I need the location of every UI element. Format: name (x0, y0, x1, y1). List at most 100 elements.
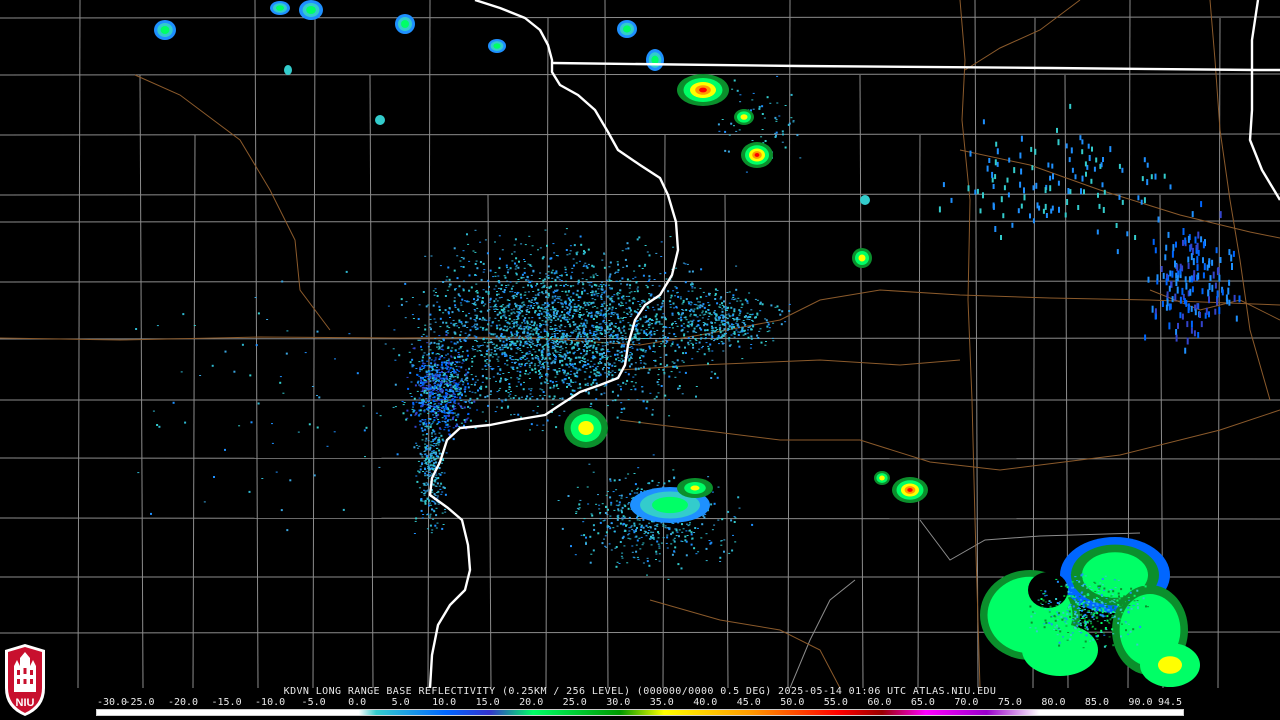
echo-pixel (1216, 290, 1219, 298)
echo-pixel (495, 335, 498, 337)
echo-pixel (511, 361, 514, 363)
echo-pixel (592, 471, 595, 473)
echo-pixel (527, 335, 530, 337)
echo-pixel (655, 395, 658, 398)
echo-pixel (434, 459, 437, 461)
echo-pixel (429, 385, 432, 387)
echo-pixel (458, 354, 460, 355)
echo-pixel (587, 363, 589, 366)
echo-pixel (604, 355, 607, 356)
echo-pixel (422, 362, 425, 365)
echo-pixel (495, 306, 498, 308)
radar-echoes (135, 0, 1241, 687)
echo-pixel (636, 286, 639, 288)
echo-pixel (516, 347, 519, 348)
echo-pixel (448, 369, 451, 371)
echo-pixel (1211, 259, 1214, 266)
echo-pixel (316, 426, 319, 429)
echo-pixel (465, 373, 468, 376)
echo-pixel (724, 323, 727, 326)
echo-pixel (444, 398, 447, 400)
echo-pixel (528, 317, 531, 319)
echo-pixel (737, 297, 740, 299)
echo-pixel (455, 322, 458, 324)
echo-pixel (546, 419, 549, 422)
echo-pixel (704, 322, 707, 325)
echo-pixel (760, 136, 763, 138)
echo-pixel (445, 395, 448, 397)
echo-pixel (555, 329, 557, 331)
echo-pixel (740, 330, 743, 332)
echo-pixel (437, 477, 440, 479)
echo-pixel (513, 325, 515, 328)
echo-pixel (435, 507, 438, 509)
echo-pixel (654, 525, 657, 527)
echo-pixel (690, 324, 693, 327)
echo-pixel (764, 140, 767, 142)
echo-pixel (479, 394, 482, 397)
echo-pixel (532, 328, 535, 330)
echo-pixel (620, 497, 623, 499)
echo-pixel (421, 365, 424, 367)
echo-pixel (526, 275, 529, 278)
echo-pixel (666, 534, 669, 536)
echo-pixel (689, 315, 692, 317)
echo-pixel (577, 304, 580, 307)
echo-pixel (535, 330, 538, 333)
echo-pixel (558, 298, 561, 300)
echo-pixel (615, 565, 618, 568)
echo-pixel (649, 392, 652, 394)
echo-pixel (450, 322, 453, 324)
echo-pixel (524, 294, 527, 296)
echo-pixel (525, 310, 528, 313)
echo-pixel (521, 337, 524, 339)
echo-pixel (790, 117, 793, 119)
echo-pixel (619, 280, 622, 282)
echo-pixel (600, 393, 603, 396)
echo-pixel (537, 333, 540, 336)
echo-pixel (660, 343, 663, 345)
echo-pixel (627, 247, 630, 250)
echo-pixel (606, 332, 609, 334)
echo-pixel (780, 323, 783, 326)
echo-pixel (590, 340, 593, 342)
echo-pixel (483, 356, 486, 358)
echo-pixel (558, 368, 561, 369)
echo-pixel (427, 418, 430, 419)
echo-pixel (439, 317, 442, 320)
echo-pixel (403, 402, 406, 403)
echo-pixel (622, 317, 625, 318)
echo-pixel (599, 360, 601, 362)
echo-pixel (674, 365, 676, 368)
echo-pixel (468, 274, 471, 277)
echo-pixel (574, 554, 577, 556)
echo-pixel (518, 397, 521, 400)
echo-pixel (582, 252, 585, 255)
echo-pixel (547, 348, 550, 351)
echo-pixel (1179, 268, 1182, 275)
echo-pixel (658, 547, 661, 549)
echo-pixel (648, 298, 651, 301)
echo-pixel (423, 389, 426, 392)
echo-pixel (1193, 330, 1196, 337)
county-line (724, 194, 729, 688)
echo-pixel (508, 315, 511, 317)
echo-pixel (598, 352, 601, 354)
echo-pixel (634, 483, 637, 486)
echo-pixel (586, 322, 589, 324)
echo-pixel (486, 252, 489, 255)
echo-pixel (556, 276, 559, 279)
echo-pixel (619, 320, 622, 322)
echo-pixel (524, 359, 527, 361)
echo-pixel (592, 381, 595, 384)
echo-pixel (663, 373, 666, 375)
echo-pixel (729, 344, 732, 346)
echo-pixel (967, 185, 970, 192)
echo-pixel (759, 302, 762, 305)
echo-pixel (453, 357, 456, 359)
echo-pixel (521, 315, 524, 317)
echo-pixel (621, 506, 624, 509)
echo-pixel (432, 410, 434, 412)
echo-pixel (567, 290, 570, 293)
echo-pixel (726, 310, 728, 311)
